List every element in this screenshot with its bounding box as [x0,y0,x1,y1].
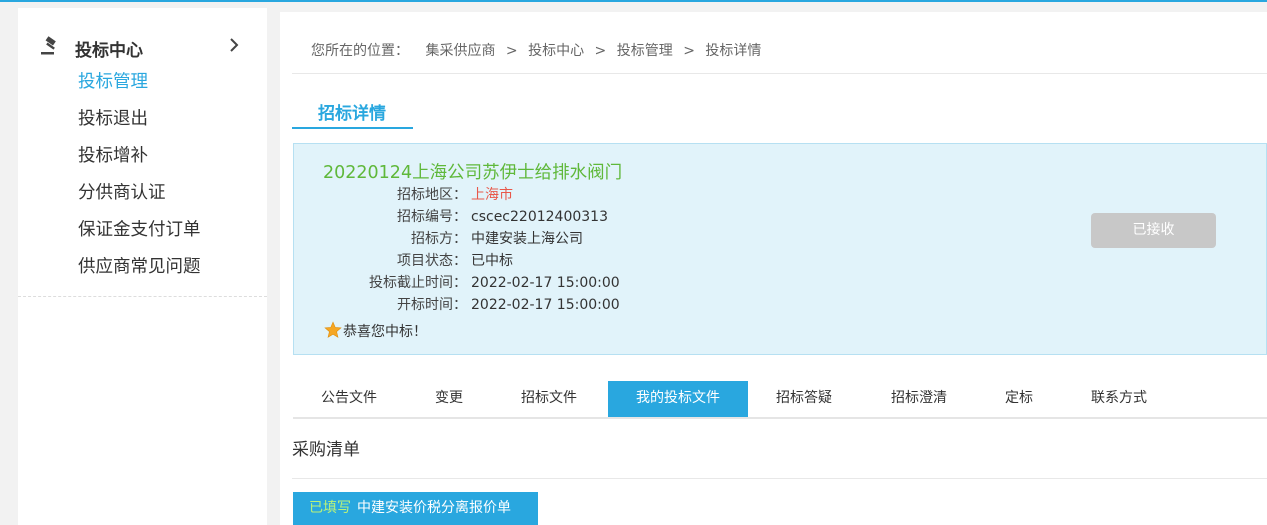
info-label: 招标方： [411,231,467,247]
purchase-list-divider [292,478,1267,479]
tab-tender-qa[interactable]: 招标答疑 [748,381,860,417]
info-value: cscec22012400313 [471,209,608,225]
received-status-button[interactable]: 已接收 [1091,213,1216,248]
info-row-deadline: 投标截止时间： 2022-02-17 15:00:00 [294,272,620,294]
project-info-panel: 20220124上海公司苏伊士给排水阀门 招标地区： 上海市 招标编号： cscec… [293,143,1267,355]
congrats-text: 恭喜您中标！ [343,324,427,340]
info-label: 投标截止时间： [369,275,467,291]
filled-status-label: 已填写 [309,500,351,516]
sidebar-divider [18,296,267,297]
tab-announcement-files[interactable]: 公告文件 [293,381,405,417]
info-row-region: 招标地区： 上海市 [294,184,513,206]
info-value: 中建安装上海公司 [471,231,583,247]
star-icon [324,321,342,338]
breadcrumb-item[interactable]: 投标中心 [528,43,584,59]
congrats-message: 恭喜您中标！ [324,321,427,341]
tab-my-bid-files[interactable]: 我的投标文件 [608,381,748,417]
quotation-form-label: 中建安装价税分离报价单 [357,500,511,516]
main-content: 您所在的位置： 集采供应商 > 投标中心 > 投标管理 > 投标详情 招标详情 … [280,12,1267,525]
info-row-status: 项目状态： 已中标 [294,250,513,272]
breadcrumb-item[interactable]: 投标管理 [617,43,673,59]
sidebar-item-bid-management[interactable]: 投标管理 [78,68,201,105]
page-title-underline [292,127,413,129]
project-title: 20220124上海公司苏伊士给排水阀门 [323,163,623,183]
sidebar-item-supplier-faq[interactable]: 供应商常见问题 [78,253,201,290]
tab-changes[interactable]: 变更 [405,381,493,417]
detail-tabs: 公告文件 变更 招标文件 我的投标文件 招标答疑 招标澄清 定标 联系方式 [293,381,1267,419]
info-value: 2022-02-17 15:00:00 [471,297,620,313]
info-row-tenderer: 招标方： 中建安装上海公司 [294,228,583,250]
page-title: 招标详情 [318,104,386,124]
breadcrumb-item-current: 投标详情 [705,43,762,59]
info-row-opening-time: 开标时间： 2022-02-17 15:00:00 [294,294,620,316]
tab-tender-clarification[interactable]: 招标澄清 [863,381,975,417]
info-label: 招标地区： [397,187,467,203]
breadcrumb-separator: > [594,43,607,59]
sidebar-item-subcontractor-certification[interactable]: 分供商认证 [78,179,201,216]
sidebar: 投标中心 投标管理 投标退出 投标增补 分供商认证 保证金支付订单 供应商常见问… [18,8,267,525]
sidebar-item-bid-withdraw[interactable]: 投标退出 [78,105,201,142]
info-value: 2022-02-17 15:00:00 [471,275,620,291]
quotation-form-button[interactable]: 已填写 中建安装价税分离报价单 [293,492,538,525]
info-row-bid-number: 招标编号： cscec22012400313 [294,206,608,228]
tab-tender-files[interactable]: 招标文件 [493,381,605,417]
sidebar-item-bid-supplement[interactable]: 投标增补 [78,142,201,179]
chevron-right-icon[interactable] [227,36,241,54]
gavel-icon [41,36,56,55]
info-value: 上海市 [471,187,513,203]
top-accent-line [0,0,1267,2]
purchase-list-title: 采购清单 [292,440,360,460]
sidebar-menu: 投标管理 投标退出 投标增补 分供商认证 保证金支付订单 供应商常见问题 [78,68,201,290]
info-label: 开标时间： [397,297,467,313]
info-value: 已中标 [471,253,513,269]
breadcrumb-divider [292,73,1267,74]
breadcrumb-lead: 您所在的位置： [311,43,409,59]
tab-award[interactable]: 定标 [978,381,1060,417]
sidebar-item-deposit-orders[interactable]: 保证金支付订单 [78,216,201,253]
info-label: 招标编号： [397,209,467,225]
breadcrumb-item[interactable]: 集采供应商 [425,43,495,59]
tab-contact[interactable]: 联系方式 [1063,381,1175,417]
breadcrumb: 您所在的位置： 集采供应商 > 投标中心 > 投标管理 > 投标详情 [311,40,761,60]
sidebar-header[interactable]: 投标中心 [18,32,267,62]
breadcrumb-separator: > [683,43,695,59]
sidebar-title: 投标中心 [75,41,143,61]
breadcrumb-separator: > [505,43,518,59]
info-label: 项目状态： [397,253,467,269]
